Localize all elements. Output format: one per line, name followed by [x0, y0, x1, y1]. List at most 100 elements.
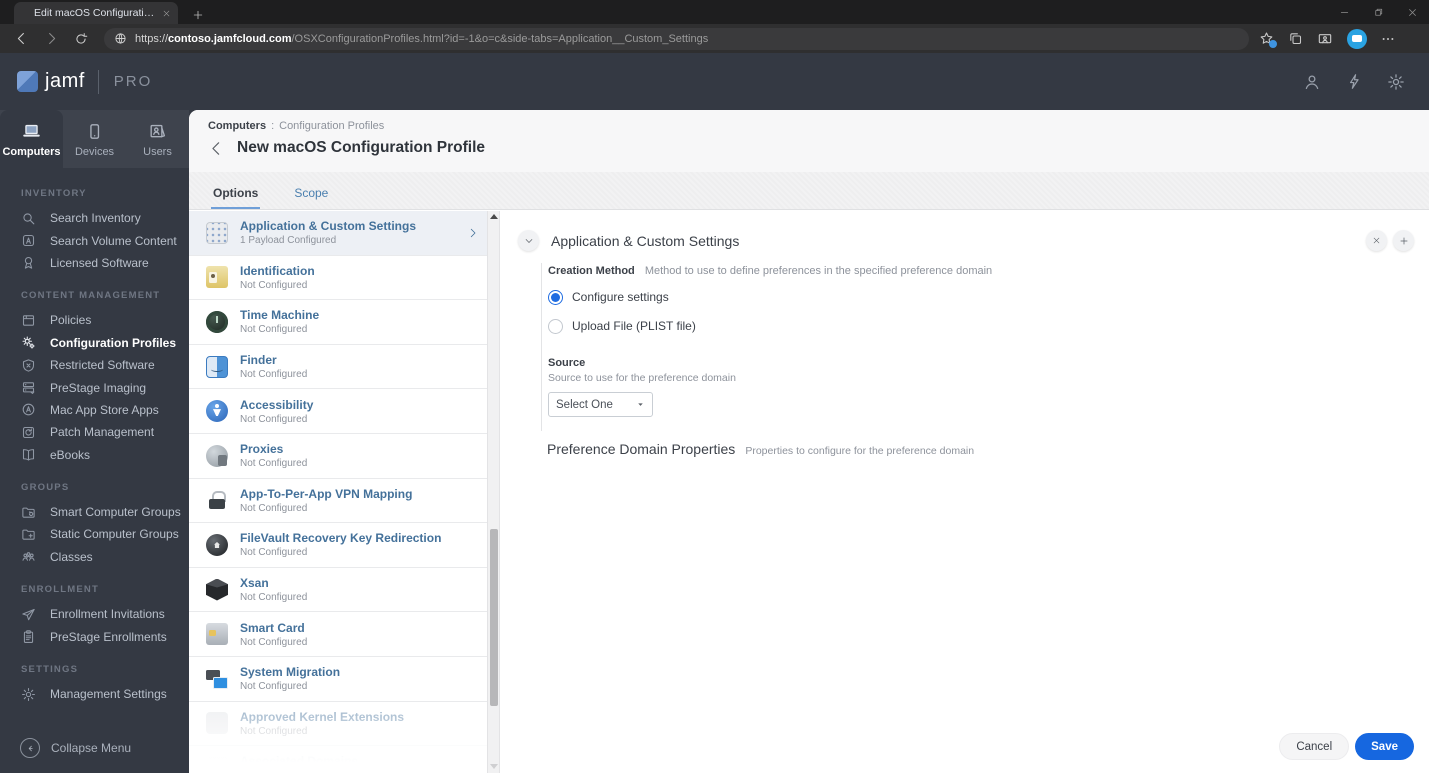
source-select-value: Select One	[556, 398, 613, 411]
context-tab-computers[interactable]: Computers	[0, 110, 63, 168]
new-tab-button[interactable]	[192, 9, 204, 21]
add-payload-button[interactable]	[1393, 230, 1414, 251]
sidebar-item-policies[interactable]: Policies	[21, 309, 189, 331]
payload-row-time-machine[interactable]: Time Machine Not Configured	[189, 300, 487, 345]
sidebar-item-search-inventory[interactable]: Search Inventory	[21, 207, 189, 229]
collapse-menu-button[interactable]: Collapse Menu	[20, 738, 131, 758]
sidebar-item-licensed-software[interactable]: Licensed Software	[21, 252, 189, 274]
sidebar-item-management-settings[interactable]: Management Settings	[21, 683, 189, 705]
sidebar-item-prestage-imaging[interactable]: PreStage Imaging	[21, 376, 189, 398]
award-icon	[21, 255, 38, 270]
collections-icon[interactable]	[1288, 31, 1303, 46]
payload-row-system-migration[interactable]: System Migration Not Configured	[189, 657, 487, 702]
payload-status: 1 Payload Configured	[240, 235, 337, 247]
scroll-down-arrow-icon[interactable]	[490, 764, 498, 769]
associated-domains-icon	[206, 756, 228, 773]
phone-icon	[85, 121, 104, 141]
payload-scrollbar[interactable]	[487, 211, 500, 773]
address-bar[interactable]: https://contoso.jamfcloud.com/OSXConfigu…	[104, 27, 1249, 50]
collapse-menu-label: Collapse Menu	[51, 741, 132, 755]
jamf-logo[interactable]: jamf PRO	[17, 69, 152, 94]
sidebar-item-static-computer-groups[interactable]: Static Computer Groups	[21, 523, 189, 545]
radio-option-upload-file-plist-file-[interactable]: Upload File (PLIST file)	[548, 317, 1429, 335]
cancel-button[interactable]: Cancel	[1279, 733, 1350, 760]
window-minimize-button[interactable]	[1327, 0, 1361, 24]
browser-forward-button[interactable]	[36, 26, 66, 52]
jamf-logo-text: jamf	[45, 70, 85, 92]
payload-row-finder[interactable]: Finder Not Configured	[189, 345, 487, 390]
sidebar-item-mac-app-store-apps[interactable]: Mac App Store Apps	[21, 399, 189, 421]
collapse-section-button[interactable]	[518, 230, 539, 251]
radio-option-configure-settings[interactable]: Configure settings	[548, 288, 1429, 306]
payload-row-associated-domains[interactable]: Associated Domains Not Configured	[189, 746, 487, 773]
sidebar-section-label: CONTENT MANAGEMENT	[21, 290, 161, 302]
payload-row-filevault-recovery-key-redirection[interactable]: FileVault Recovery Key Redirection Not C…	[189, 523, 487, 568]
payload-row-accessibility[interactable]: Accessibility Not Configured	[189, 389, 487, 434]
browser-menu-icon[interactable]	[1381, 32, 1395, 46]
breadcrumb-root[interactable]: Computers	[208, 120, 266, 132]
payload-row-identification[interactable]: Identification Not Configured	[189, 256, 487, 301]
sidebar-item-label: Static Computer Groups	[50, 527, 179, 542]
context-tab-users[interactable]: Users	[126, 110, 189, 168]
favorites-badge	[1269, 40, 1277, 48]
browser-back-button[interactable]	[6, 26, 36, 52]
gears-icon	[21, 335, 38, 350]
settings-gear-icon[interactable]	[1385, 71, 1407, 93]
sidebar-item-label: Classes	[50, 549, 93, 564]
favorites-star-icon[interactable]	[1259, 31, 1277, 48]
jamf-logo-icon	[17, 71, 38, 92]
quick-actions-icon[interactable]	[1343, 71, 1365, 93]
clipboard-icon	[21, 629, 38, 644]
context-tab-label: Computers	[2, 145, 61, 158]
sidebar-item-configuration-profiles[interactable]: Configuration Profiles	[21, 332, 189, 354]
profile-avatar[interactable]	[1347, 28, 1367, 49]
payload-row-approved-kernel-extensions[interactable]: Approved Kernel Extensions Not Configure…	[189, 702, 487, 747]
context-tab-devices[interactable]: Devices	[63, 110, 126, 168]
radio-button[interactable]	[548, 318, 563, 334]
tab-options[interactable]: Options	[210, 186, 261, 209]
sidebar-item-patch-management[interactable]: Patch Management	[21, 421, 189, 443]
account-icon[interactable]	[1301, 71, 1323, 93]
back-button[interactable]	[208, 140, 225, 157]
breadcrumb-current[interactable]: Configuration Profiles	[279, 120, 384, 132]
payload-row-xsan[interactable]: Xsan Not Configured	[189, 568, 487, 613]
payload-status: Not Configured	[240, 502, 308, 514]
smart-card-icon	[206, 623, 228, 646]
payload-row-application-custom-settings[interactable]: Application & Custom Settings 1 Payload …	[189, 211, 487, 256]
sidebar-item-label: PreStage Imaging	[50, 380, 147, 395]
sidebar-item-ebooks[interactable]: eBooks	[21, 444, 189, 466]
radio-button[interactable]	[548, 289, 563, 305]
payload-row-proxies[interactable]: Proxies Not Configured	[189, 434, 487, 479]
payload-title: App-To-Per-App VPN Mapping	[240, 486, 413, 501]
payload-row-smart-card[interactable]: Smart Card Not Configured	[189, 612, 487, 657]
save-button[interactable]: Save	[1355, 733, 1414, 760]
browser-tab[interactable]: Edit macOS Configuration Profile	[14, 2, 178, 24]
window-close-button[interactable]	[1395, 0, 1429, 24]
remove-payload-button[interactable]	[1366, 230, 1387, 251]
sidebar-item-search-volume-content[interactable]: Search Volume Content	[21, 229, 189, 251]
share-person-icon[interactable]	[1317, 31, 1333, 47]
payload-row-app-to-per-app-vpn-mapping[interactable]: App-To-Per-App VPN Mapping Not Configure…	[189, 479, 487, 524]
sidebar-item-classes[interactable]: Classes	[21, 546, 189, 568]
payload-title: Identification	[240, 263, 315, 278]
sidebar-item-prestage-enrollments[interactable]: PreStage Enrollments	[21, 625, 189, 647]
source-select[interactable]: Select One	[548, 392, 653, 417]
payload-list: Application & Custom Settings 1 Payload …	[189, 211, 500, 773]
sidebar-item-restricted-software[interactable]: Restricted Software	[21, 354, 189, 376]
toolbar-icons	[1259, 28, 1395, 49]
sidebar-item-enrollment-invitations[interactable]: Enrollment Invitations	[21, 603, 189, 625]
sidebar-item-smart-computer-groups[interactable]: Smart Computer Groups	[21, 501, 189, 523]
url-text: https://contoso.jamfcloud.com/OSXConfigu…	[135, 32, 709, 45]
payload-status: Not Configured	[240, 279, 308, 291]
browser-refresh-button[interactable]	[66, 26, 96, 52]
tab-scope[interactable]: Scope	[294, 186, 328, 209]
payload-title: Accessibility	[240, 397, 314, 412]
payload-title: System Migration	[240, 665, 341, 680]
browser-tab-title: Edit macOS Configuration Profile	[34, 7, 156, 19]
breadcrumb: Computers : Configuration Profiles	[208, 120, 1429, 132]
tab-close-icon[interactable]	[162, 9, 171, 18]
scrollbar-thumb[interactable]	[489, 529, 498, 706]
window-restore-button[interactable]	[1361, 0, 1395, 24]
sidebar-section-label: GROUPS	[21, 481, 70, 493]
scroll-up-arrow-icon[interactable]	[490, 214, 498, 219]
